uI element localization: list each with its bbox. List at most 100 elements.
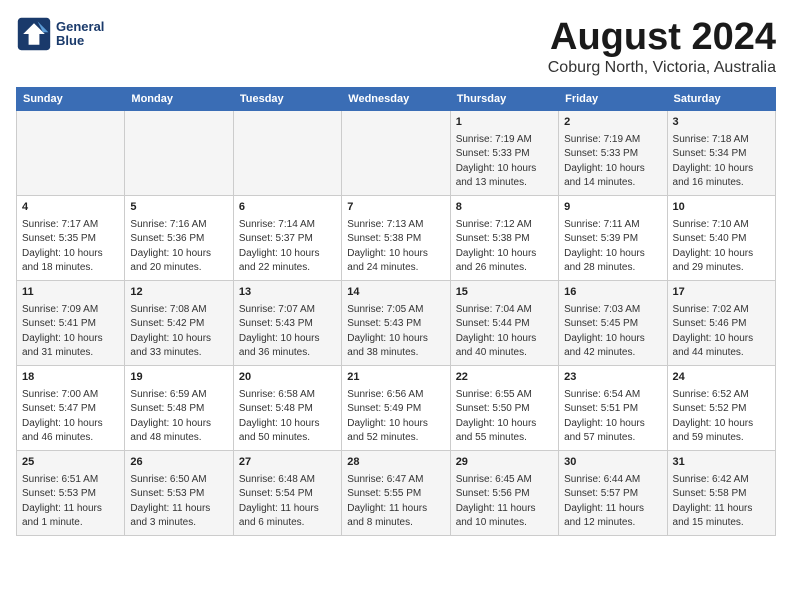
day-info: Sunrise: 7:09 AM Sunset: 5:41 PM Dayligh…: [22, 303, 119, 361]
day-number: 17: [673, 285, 770, 301]
day-info: Sunrise: 7:00 AM Sunset: 5:47 PM Dayligh…: [22, 388, 119, 446]
logo: General Blue: [16, 16, 104, 52]
calendar-cell: 23 Sunrise: 6:54 AM Sunset: 5:51 PM Dayli…: [559, 365, 667, 450]
day-number: 21: [347, 370, 444, 386]
calendar-cell: 2 Sunrise: 7:19 AM Sunset: 5:33 PM Daylig…: [559, 111, 667, 196]
calendar-cell: 19 Sunrise: 6:59 AM Sunset: 5:48 PM Dayli…: [125, 365, 233, 450]
title-block: August 2024 Coburg North, Victoria, Aust…: [548, 16, 776, 77]
calendar-cell: 26 Sunrise: 6:50 AM Sunset: 5:53 PM Dayli…: [125, 450, 233, 535]
day-number: 9: [564, 200, 661, 216]
calendar-subtitle: Coburg North, Victoria, Australia: [548, 59, 776, 77]
day-info: Sunrise: 7:17 AM Sunset: 5:35 PM Dayligh…: [22, 218, 119, 276]
day-number: 16: [564, 285, 661, 301]
day-info: Sunrise: 7:14 AM Sunset: 5:37 PM Dayligh…: [239, 218, 336, 276]
day-number: 11: [22, 285, 119, 301]
weekday-header-wednesday: Wednesday: [342, 88, 450, 111]
day-number: 27: [239, 455, 336, 471]
calendar-cell: 29 Sunrise: 6:45 AM Sunset: 5:56 PM Dayli…: [450, 450, 558, 535]
day-number: 1: [456, 115, 553, 131]
calendar-cell: 5Sunrise: 7:16 AM Sunset: 5:36 PM Daylig…: [125, 195, 233, 280]
day-number: 3: [673, 115, 770, 131]
calendar-cell: 14Sunrise: 7:05 AM Sunset: 5:43 PM Dayli…: [342, 280, 450, 365]
day-info: Sunrise: 7:18 AM Sunset: 5:34 PM Dayligh…: [673, 133, 770, 191]
calendar-cell: [342, 111, 450, 196]
day-number: 6: [239, 200, 336, 216]
day-number: 19: [130, 370, 227, 386]
calendar-cell: 12 Sunrise: 7:08 AM Sunset: 5:42 PM Dayli…: [125, 280, 233, 365]
day-number: 8: [456, 200, 553, 216]
day-info: Sunrise: 6:56 AM Sunset: 5:49 PM Dayligh…: [347, 388, 444, 446]
day-number: 31: [673, 455, 770, 471]
day-info: Sunrise: 6:47 AM Sunset: 5:55 PM Dayligh…: [347, 473, 444, 531]
page-header: General Blue August 2024 Coburg North, V…: [16, 16, 776, 77]
day-info: Sunrise: 7:07 AM Sunset: 5:43 PM Dayligh…: [239, 303, 336, 361]
logo-line2: Blue: [56, 34, 104, 48]
calendar-table: SundayMondayTuesdayWednesdayThursdayFrid…: [16, 87, 776, 536]
calendar-cell: [125, 111, 233, 196]
day-info: Sunrise: 7:10 AM Sunset: 5:40 PM Dayligh…: [673, 218, 770, 276]
day-info: Sunrise: 7:04 AM Sunset: 5:44 PM Dayligh…: [456, 303, 553, 361]
calendar-cell: 31Sunrise: 6:42 AM Sunset: 5:58 PM Dayli…: [667, 450, 775, 535]
day-info: Sunrise: 7:02 AM Sunset: 5:46 PM Dayligh…: [673, 303, 770, 361]
calendar-week-row: 1 Sunrise: 7:19 AM Sunset: 5:33 PM Daylig…: [17, 111, 776, 196]
day-info: Sunrise: 6:48 AM Sunset: 5:54 PM Dayligh…: [239, 473, 336, 531]
day-number: 7: [347, 200, 444, 216]
day-number: 23: [564, 370, 661, 386]
day-info: Sunrise: 7:16 AM Sunset: 5:36 PM Dayligh…: [130, 218, 227, 276]
weekday-header-thursday: Thursday: [450, 88, 558, 111]
logo-icon: [16, 16, 52, 52]
day-number: 13: [239, 285, 336, 301]
calendar-cell: 21 Sunrise: 6:56 AM Sunset: 5:49 PM Dayli…: [342, 365, 450, 450]
day-info: Sunrise: 7:03 AM Sunset: 5:45 PM Dayligh…: [564, 303, 661, 361]
day-info: Sunrise: 6:50 AM Sunset: 5:53 PM Dayligh…: [130, 473, 227, 531]
calendar-cell: 30Sunrise: 6:44 AM Sunset: 5:57 PM Dayli…: [559, 450, 667, 535]
day-info: Sunrise: 6:51 AM Sunset: 5:53 PM Dayligh…: [22, 473, 119, 531]
logo-text: General Blue: [56, 20, 104, 49]
calendar-week-row: 25 Sunrise: 6:51 AM Sunset: 5:53 PM Dayli…: [17, 450, 776, 535]
day-number: 28: [347, 455, 444, 471]
day-info: Sunrise: 6:45 AM Sunset: 5:56 PM Dayligh…: [456, 473, 553, 531]
calendar-cell: 3 Sunrise: 7:18 AM Sunset: 5:34 PM Daylig…: [667, 111, 775, 196]
day-number: 30: [564, 455, 661, 471]
calendar-cell: 18Sunrise: 7:00 AM Sunset: 5:47 PM Dayli…: [17, 365, 125, 450]
day-number: 2: [564, 115, 661, 131]
day-number: 22: [456, 370, 553, 386]
calendar-cell: 17 Sunrise: 7:02 AM Sunset: 5:46 PM Dayli…: [667, 280, 775, 365]
calendar-cell: 16 Sunrise: 7:03 AM Sunset: 5:45 PM Dayli…: [559, 280, 667, 365]
day-info: Sunrise: 7:19 AM Sunset: 5:33 PM Dayligh…: [564, 133, 661, 191]
weekday-header-saturday: Saturday: [667, 88, 775, 111]
day-info: Sunrise: 7:19 AM Sunset: 5:33 PM Dayligh…: [456, 133, 553, 191]
day-number: 29: [456, 455, 553, 471]
calendar-cell: 15Sunrise: 7:04 AM Sunset: 5:44 PM Dayli…: [450, 280, 558, 365]
calendar-cell: 28 Sunrise: 6:47 AM Sunset: 5:55 PM Dayli…: [342, 450, 450, 535]
calendar-cell: [17, 111, 125, 196]
day-info: Sunrise: 6:54 AM Sunset: 5:51 PM Dayligh…: [564, 388, 661, 446]
calendar-cell: 7 Sunrise: 7:13 AM Sunset: 5:38 PM Daylig…: [342, 195, 450, 280]
calendar-cell: 27 Sunrise: 6:48 AM Sunset: 5:54 PM Dayli…: [233, 450, 341, 535]
calendar-cell: 1 Sunrise: 7:19 AM Sunset: 5:33 PM Daylig…: [450, 111, 558, 196]
day-info: Sunrise: 7:12 AM Sunset: 5:38 PM Dayligh…: [456, 218, 553, 276]
day-info: Sunrise: 6:59 AM Sunset: 5:48 PM Dayligh…: [130, 388, 227, 446]
day-number: 10: [673, 200, 770, 216]
calendar-title: August 2024: [548, 16, 776, 59]
calendar-cell: 13 Sunrise: 7:07 AM Sunset: 5:43 PM Dayli…: [233, 280, 341, 365]
calendar-cell: 6 Sunrise: 7:14 AM Sunset: 5:37 PM Daylig…: [233, 195, 341, 280]
day-info: Sunrise: 7:05 AM Sunset: 5:43 PM Dayligh…: [347, 303, 444, 361]
day-number: 12: [130, 285, 227, 301]
day-info: Sunrise: 7:08 AM Sunset: 5:42 PM Dayligh…: [130, 303, 227, 361]
weekday-header-sunday: Sunday: [17, 88, 125, 111]
weekday-header-row: SundayMondayTuesdayWednesdayThursdayFrid…: [17, 88, 776, 111]
calendar-cell: 24Sunrise: 6:52 AM Sunset: 5:52 PM Dayli…: [667, 365, 775, 450]
logo-line1: General: [56, 20, 104, 34]
calendar-cell: 22 Sunrise: 6:55 AM Sunset: 5:50 PM Dayli…: [450, 365, 558, 450]
calendar-cell: 11 Sunrise: 7:09 AM Sunset: 5:41 PM Dayli…: [17, 280, 125, 365]
day-info: Sunrise: 6:58 AM Sunset: 5:48 PM Dayligh…: [239, 388, 336, 446]
day-info: Sunrise: 6:55 AM Sunset: 5:50 PM Dayligh…: [456, 388, 553, 446]
calendar-cell: 9Sunrise: 7:11 AM Sunset: 5:39 PM Daylig…: [559, 195, 667, 280]
day-number: 26: [130, 455, 227, 471]
calendar-cell: 10 Sunrise: 7:10 AM Sunset: 5:40 PM Dayli…: [667, 195, 775, 280]
day-number: 4: [22, 200, 119, 216]
day-info: Sunrise: 7:13 AM Sunset: 5:38 PM Dayligh…: [347, 218, 444, 276]
weekday-header-tuesday: Tuesday: [233, 88, 341, 111]
day-number: 25: [22, 455, 119, 471]
